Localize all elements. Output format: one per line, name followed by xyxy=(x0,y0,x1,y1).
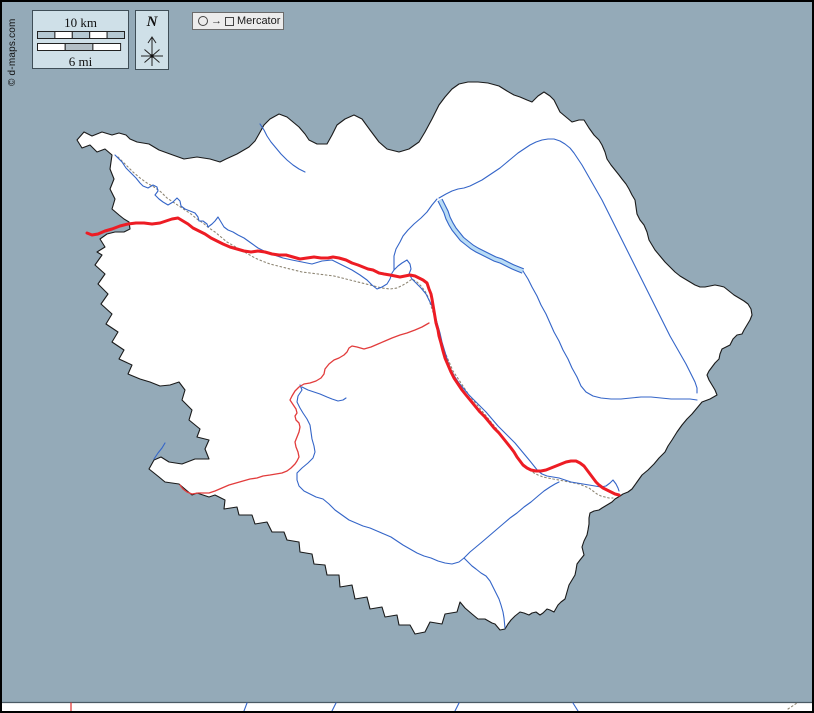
bottom-neighbor-strip xyxy=(2,703,812,712)
map-image xyxy=(2,2,812,711)
river-southwest-stub xyxy=(154,443,165,459)
arrow-right-icon: → xyxy=(211,16,222,26)
attribution-text: © d-maps.com xyxy=(7,18,18,86)
scale-bar-panel: 10 km 6 mi xyxy=(32,10,129,69)
projection-label: Mercator xyxy=(237,15,280,27)
square-icon xyxy=(225,17,234,26)
compass-icon xyxy=(136,11,168,69)
north-arrow-panel: N xyxy=(135,10,169,70)
scale-mi-label: 6 mi xyxy=(33,55,128,68)
scale-bar-km xyxy=(38,32,125,39)
scale-bar-mi xyxy=(38,44,121,51)
map-viewport: 10 km 6 mi N xyxy=(0,0,814,713)
circle-icon xyxy=(198,16,208,26)
projection-button[interactable]: → Mercator xyxy=(192,12,284,30)
